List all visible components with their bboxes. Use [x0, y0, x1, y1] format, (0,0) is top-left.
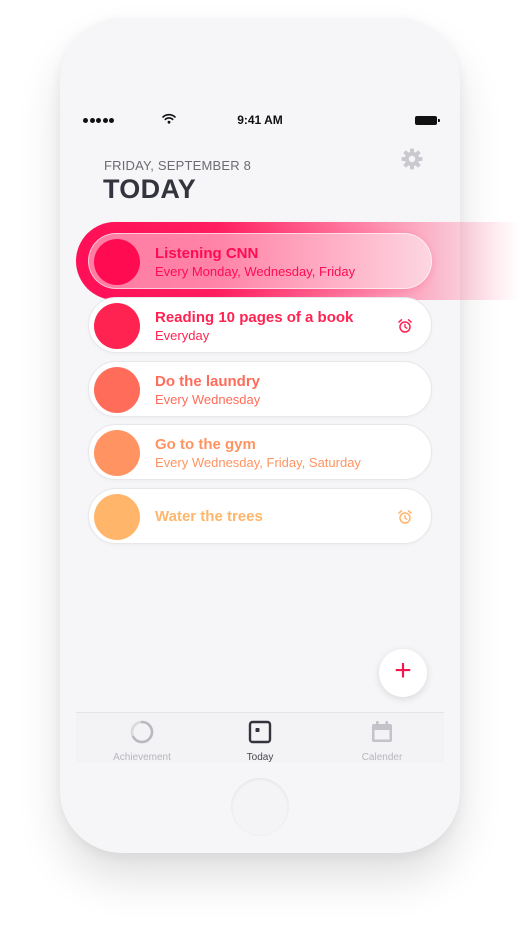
habit-name: Go to the gym — [155, 436, 256, 453]
habit-frequency: Every Monday, Wednesday, Friday — [155, 264, 356, 279]
habit-name: Listening CNN — [155, 245, 259, 262]
habit-frequency: Every Wednesday — [155, 392, 261, 407]
alarm-clock-icon — [398, 510, 412, 524]
tab-bar: Achievement Today Calender — [76, 712, 444, 763]
habit-check-circle[interactable] — [94, 303, 140, 349]
progress-ring-icon — [130, 720, 154, 744]
habit-name: Reading 10 pages of a book — [155, 309, 354, 326]
alarm-clock-icon — [398, 319, 412, 333]
current-date: FRIDAY, SEPTEMBER 8 — [104, 158, 252, 173]
habit-name: Water the trees — [155, 508, 263, 525]
habit-frequency: Every Wednesday, Friday, Saturday — [155, 455, 361, 470]
habit-check-circle[interactable] — [94, 430, 140, 476]
habit-check-circle[interactable] — [94, 367, 140, 413]
signal-icon — [83, 118, 114, 123]
habit-row[interactable]: Reading 10 pages of a book Everyday — [88, 297, 432, 353]
tab-label: Today — [246, 752, 274, 763]
wifi-icon — [162, 113, 176, 124]
home-button[interactable] — [231, 778, 289, 836]
habit-check-circle[interactable] — [94, 494, 140, 540]
battery-icon — [415, 116, 440, 125]
status-time: 9:41 AM — [237, 113, 283, 127]
today-icon — [248, 720, 272, 744]
habit-row[interactable]: Go to the gym Every Wednesday, Friday, S… — [88, 424, 432, 480]
tab-achievement[interactable]: Achievement — [97, 719, 187, 763]
habit-check-circle[interactable] — [94, 239, 140, 285]
tab-label: Calender — [361, 752, 403, 763]
habit-row[interactable]: Listening CNN Every Monday, Wednesday, F… — [88, 233, 432, 289]
habit-frequency: Everyday — [155, 328, 210, 343]
tab-today[interactable]: Today — [215, 719, 305, 763]
add-habit-button[interactable]: + — [379, 649, 427, 697]
tab-label: Achievement — [113, 752, 171, 763]
calendar-icon — [372, 721, 392, 742]
habit-row[interactable]: Water the trees — [88, 488, 432, 544]
gear-icon[interactable] — [400, 147, 424, 171]
page-title: TODAY — [103, 174, 197, 204]
habit-name: Do the laundry — [155, 373, 261, 390]
tab-calendar[interactable]: Calender — [337, 719, 427, 763]
habit-row[interactable]: Do the laundry Every Wednesday — [88, 361, 432, 417]
app-screen: 9:41 AM FRIDAY, SEPTEMBER 8 TODAY Listen… — [76, 103, 520, 763]
status-bar: 9:41 AM — [76, 103, 444, 137]
